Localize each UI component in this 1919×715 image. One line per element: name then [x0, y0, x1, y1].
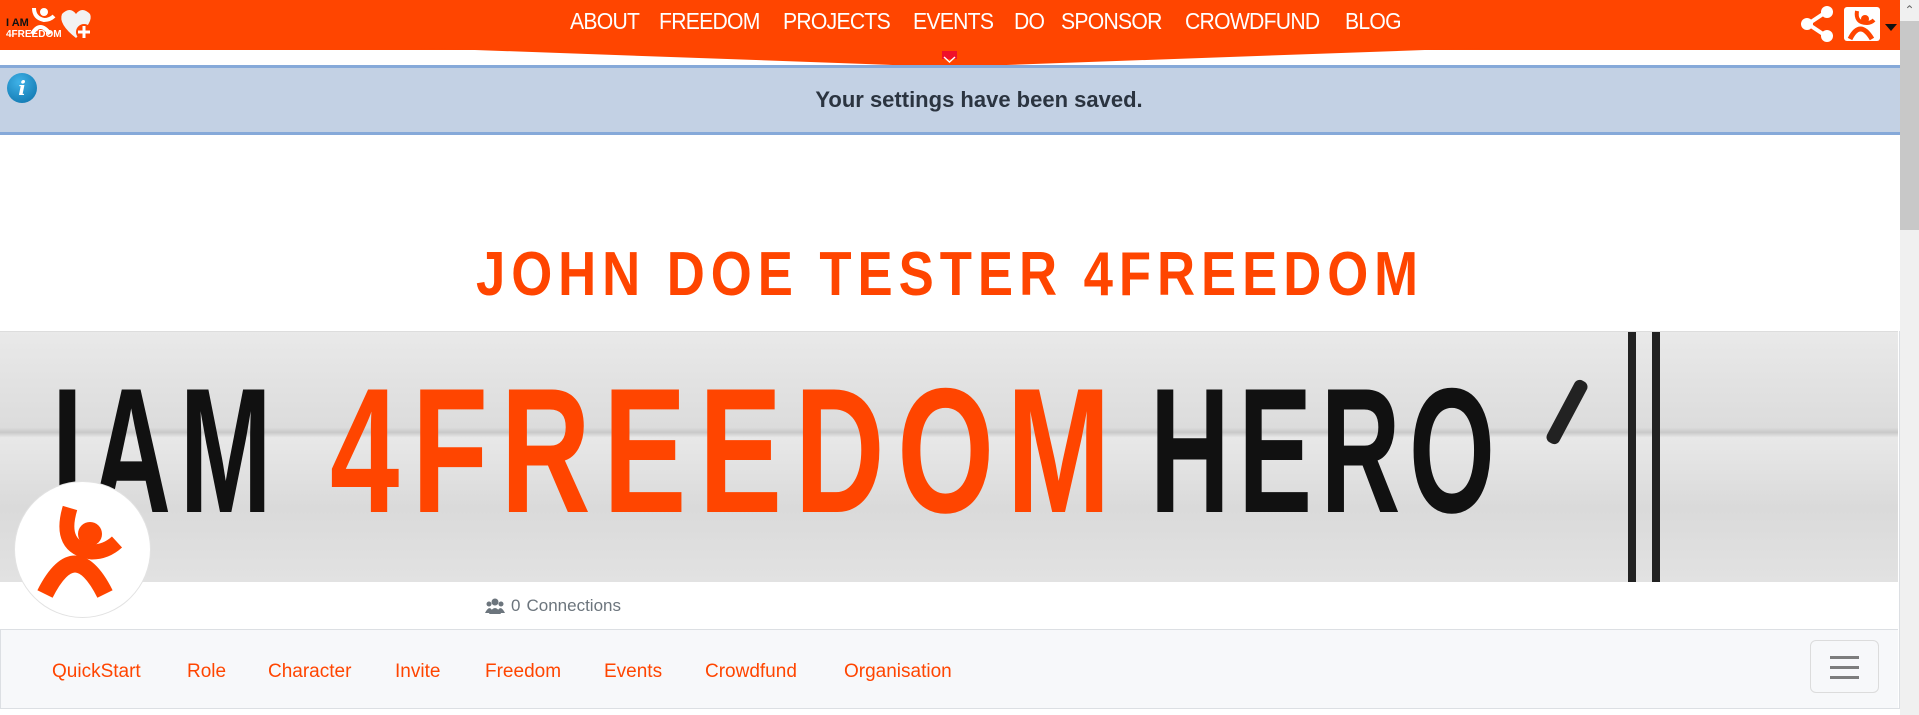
tab-events[interactable]: Events [604, 630, 662, 714]
tab-organisation[interactable]: Organisation [844, 630, 952, 714]
chevron-down-icon[interactable] [942, 51, 957, 64]
users-icon [485, 598, 505, 614]
cover-word-4freedom: 4FREEDOM [330, 351, 1124, 550]
hamburger-icon-line [1830, 666, 1859, 669]
nav-events[interactable]: EVENTS [913, 6, 994, 36]
hamburger-icon [1830, 656, 1859, 659]
profile-subnav: QuickStart Role Character Invite Freedom… [1, 630, 1898, 708]
cover-word-hero: HERO [1150, 351, 1504, 550]
tab-quickstart[interactable]: QuickStart [52, 630, 141, 714]
tab-role[interactable]: Role [187, 630, 226, 714]
top-navbar: I AM 4FREEDOM ABOUT FREEDOM PROJECTS EVE… [0, 0, 1900, 50]
hamburger-icon-line [1830, 676, 1859, 679]
share-icon[interactable] [1800, 5, 1834, 43]
nav-about[interactable]: ABOUT [570, 6, 640, 36]
user-avatar-icon[interactable] [1844, 7, 1880, 41]
nav-crowdfund[interactable]: CROWDFUND [1185, 6, 1320, 36]
connections-link[interactable]: 0 Connections [485, 582, 621, 629]
hamburger-menu-button[interactable] [1810, 640, 1879, 693]
settings-saved-alert: i Your settings have been saved. [0, 65, 1900, 135]
main-nav: ABOUT FREEDOM PROJECTS EVENTS DO SPONSOR… [570, 6, 1419, 36]
cover-image: IAM 4FREEDOM HERO [0, 331, 1898, 583]
nav-sponsor[interactable]: SPONSOR [1061, 6, 1162, 36]
swing-pole-left [1628, 332, 1636, 583]
connections-label: Connections [526, 596, 621, 615]
caret-down-icon[interactable] [1885, 24, 1897, 31]
profile-avatar[interactable] [15, 482, 150, 617]
tab-crowdfund[interactable]: Crowdfund [705, 630, 797, 714]
profile-title: JOHN DOE TESTER 4FREEDOM [475, 240, 1425, 309]
nav-do[interactable]: DO [1014, 6, 1045, 36]
swing-pole-right [1652, 332, 1660, 583]
scroll-up-arrow-icon[interactable]: ⌃ [1900, 0, 1919, 20]
tab-invite[interactable]: Invite [395, 630, 440, 714]
alert-message: Your settings have been saved. [815, 87, 1143, 112]
site-logo[interactable]: I AM 4FREEDOM [4, 4, 104, 46]
connections-count: 0 [511, 596, 521, 615]
logo-text: I AM 4FREEDOM [6, 17, 62, 41]
swing-figure [1544, 377, 1590, 447]
logo-line1: I AM [6, 17, 29, 29]
tab-freedom[interactable]: Freedom [485, 630, 561, 714]
tab-character[interactable]: Character [268, 630, 351, 714]
nav-projects[interactable]: PROJECTS [783, 6, 891, 36]
nav-blog[interactable]: BLOG [1345, 6, 1402, 36]
nav-freedom[interactable]: FREEDOM [659, 6, 760, 36]
logo-line2: 4FREEDOM [6, 29, 62, 40]
profile-info-row: 0 Connections [0, 582, 1898, 630]
